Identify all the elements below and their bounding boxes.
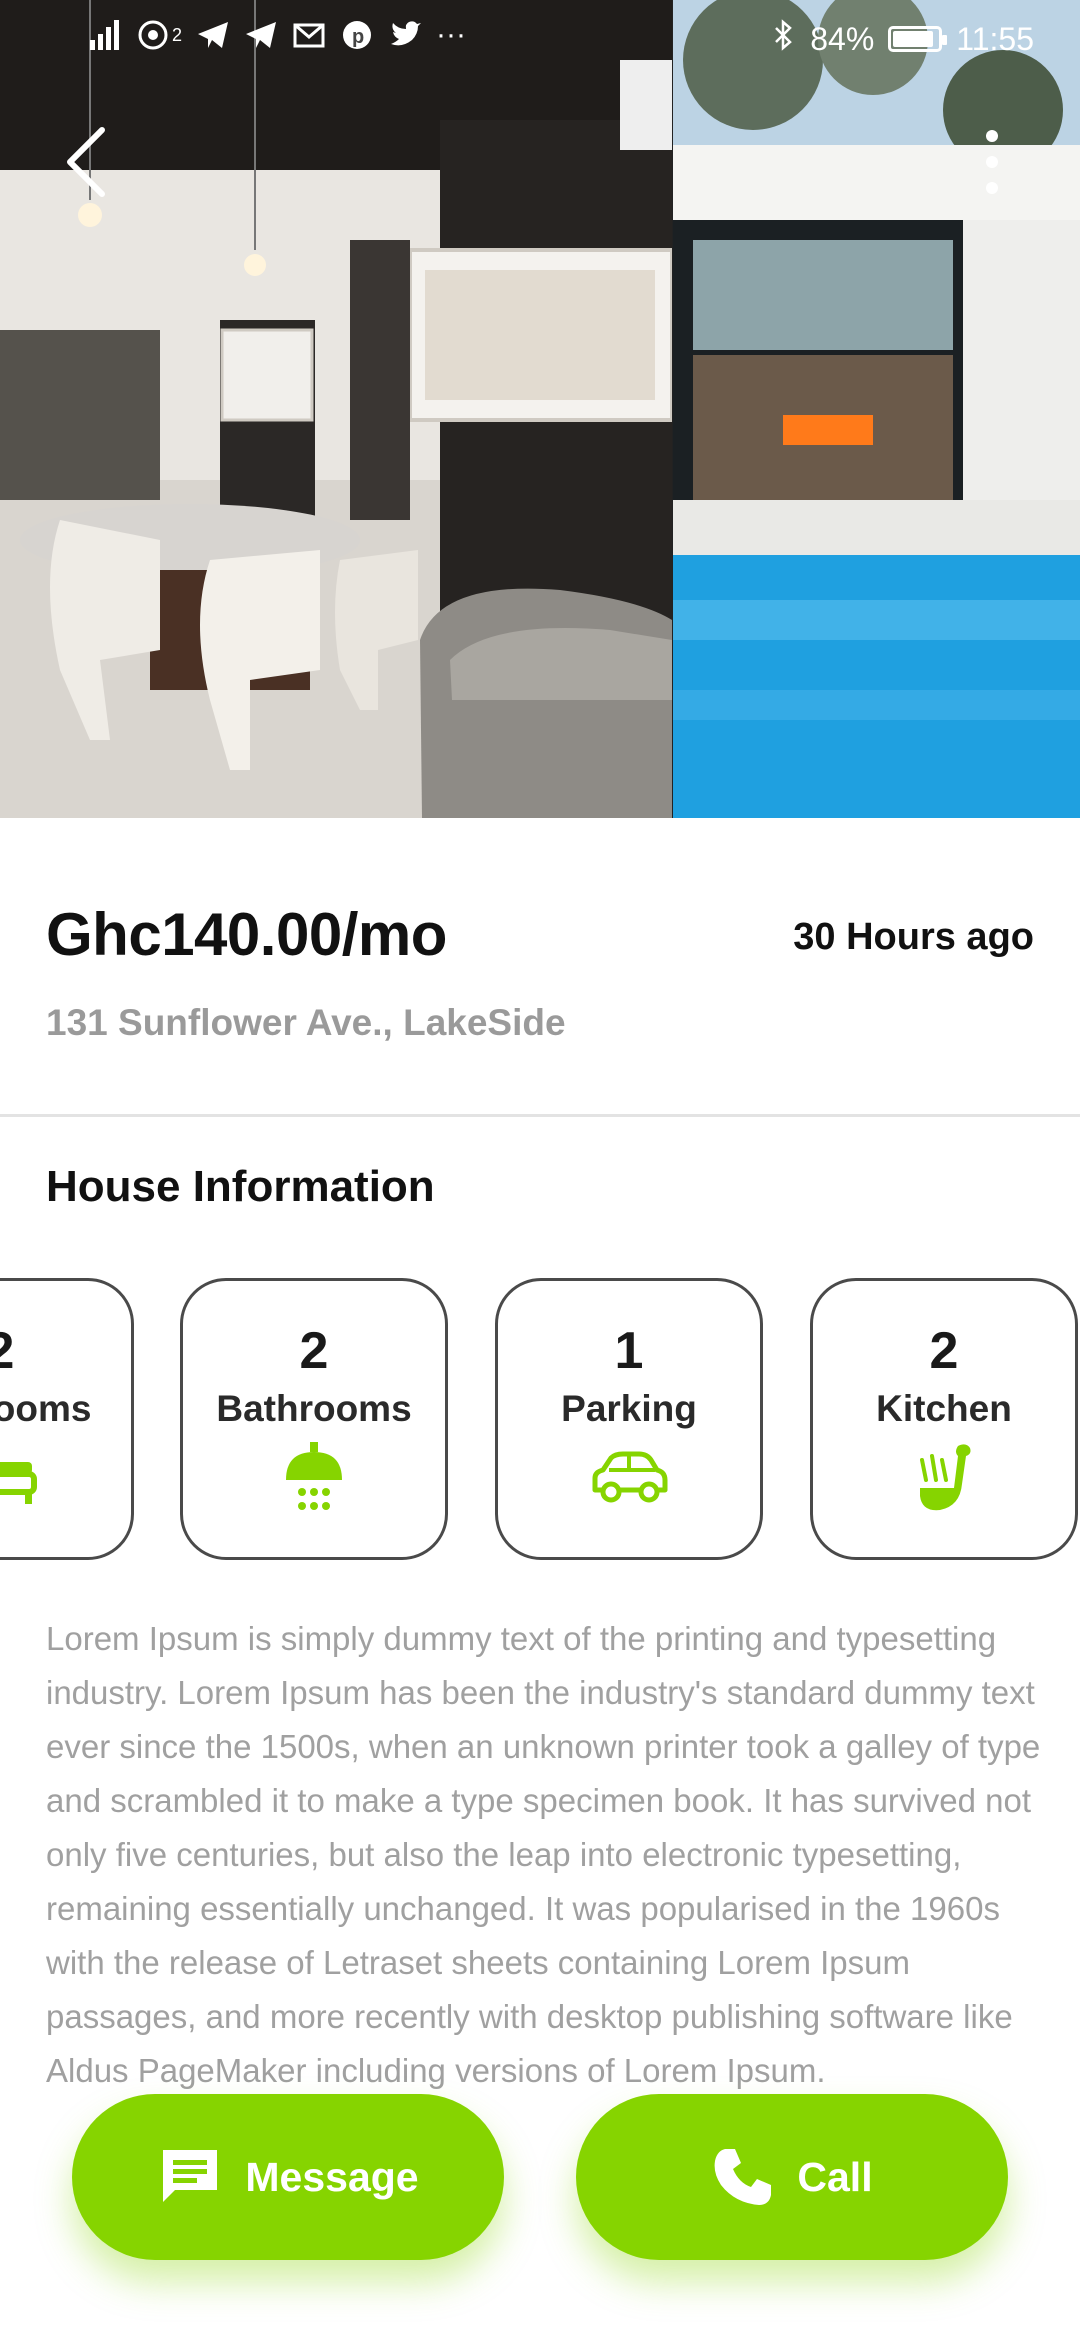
message-button-label: Message (245, 2153, 419, 2200)
dot-icon (986, 156, 998, 168)
info-card-bedrooms[interactable]: 2 Bedrooms (0, 1278, 134, 1560)
dot-icon (986, 182, 998, 194)
svg-text:p: p (352, 26, 364, 48)
battery-percent: 84% (810, 20, 875, 57)
info-card-label: Parking (561, 1388, 697, 1429)
info-card-label: Bathrooms (216, 1388, 412, 1429)
info-card-count: 1 (614, 1322, 644, 1380)
bluetooth-icon (772, 18, 796, 60)
posted-time: 30 Hours ago (793, 916, 1034, 958)
info-card-parking[interactable]: 1 Parking (495, 1278, 763, 1560)
phone-icon (714, 2149, 772, 2205)
photo-gallery[interactable]: 2 p ··· 84% 11:55 (0, 0, 1080, 818)
status-system: 84% 11:55 (772, 18, 1034, 60)
listing-address: 131 Sunflower Ave., LakeSide (46, 1002, 566, 1043)
telegram-icon-2 (244, 18, 278, 52)
house-information-title: House Information (46, 1162, 435, 1211)
ladle-icon (920, 1444, 971, 1510)
info-card-label: Kitchen (876, 1388, 1012, 1429)
bed-icon (0, 1461, 37, 1504)
call-button-label: Call (797, 2153, 873, 2200)
call-button[interactable]: Call (576, 2094, 1008, 2260)
listing-price: Ghc140.00/mo (46, 901, 447, 968)
info-card-label: Bedrooms (0, 1388, 92, 1429)
house-info-cards[interactable]: 2 Bedrooms 2 Bathrooms 1 Parking 2 (0, 1276, 1080, 1564)
dot-icon (986, 130, 998, 142)
pinterest-icon: p (340, 18, 374, 52)
info-card-count: 2 (299, 1322, 329, 1380)
hotspot-icon (136, 18, 170, 52)
more-notifications: ··· (436, 18, 466, 51)
info-card-bathrooms[interactable]: 2 Bathrooms (180, 1278, 448, 1560)
signal-icon (88, 18, 122, 52)
message-button[interactable]: Message (72, 2094, 504, 2260)
message-icon (163, 2150, 218, 2202)
gallery-photo-pool-house[interactable] (673, 0, 1080, 818)
notification-superscript: 2 (172, 24, 183, 45)
twitter-icon (388, 18, 422, 52)
status-bar: 2 p ··· 84% 11:55 (0, 0, 1080, 80)
back-button[interactable] (56, 122, 116, 202)
gmail-icon (292, 18, 326, 52)
info-card-kitchen[interactable]: 2 Kitchen (810, 1278, 1078, 1560)
chevron-left-icon (67, 127, 105, 197)
battery-icon (888, 26, 948, 52)
shower-icon (286, 1441, 342, 1510)
car-icon (592, 1451, 668, 1503)
more-options-button[interactable] (980, 130, 1004, 200)
info-card-count: 2 (0, 1325, 14, 1377)
clock: 11:55 (956, 20, 1034, 57)
listing-description: Lorem Ipsum is simply dummy text of the … (46, 1620, 1041, 2089)
info-card-count: 2 (929, 1322, 959, 1380)
section-divider (0, 1114, 1080, 1117)
telegram-icon (196, 18, 230, 52)
status-notifications: 2 p ··· (88, 18, 466, 52)
